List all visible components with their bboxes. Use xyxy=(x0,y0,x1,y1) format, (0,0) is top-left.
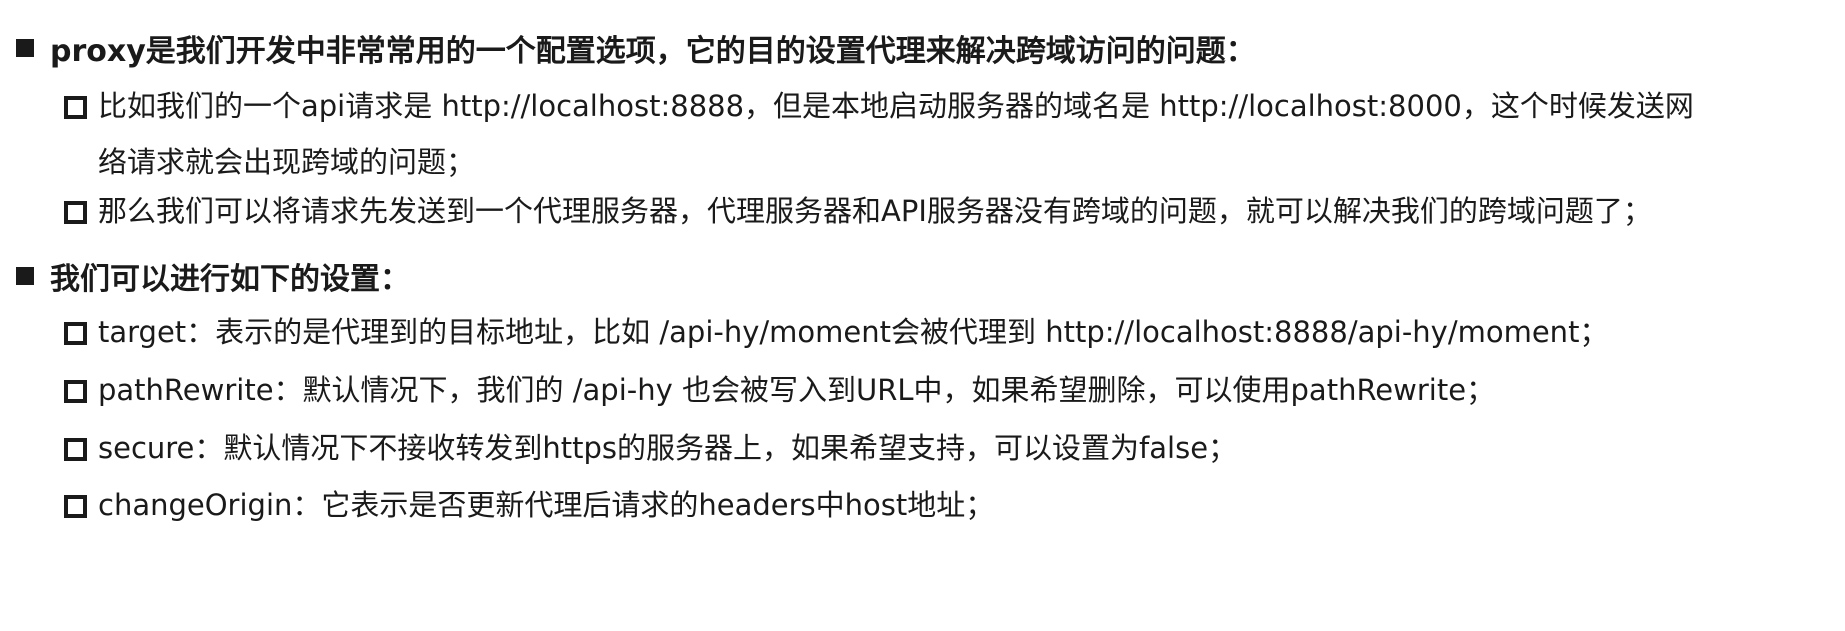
list-item-text-line2: 络请求就会出现跨域的问题； xyxy=(98,145,476,179)
hollow-square-bullet-icon xyxy=(64,96,87,119)
hollow-square-bullet-icon xyxy=(64,495,87,518)
hollow-square-bullet-icon xyxy=(64,201,87,224)
hollow-square-bullet-icon xyxy=(64,322,87,345)
list-item-text: changeOrigin：它表示是否更新代理后请求的headers中host地址… xyxy=(98,488,995,522)
list-item-pathrewrite: pathRewrite：默认情况下，我们的 /api-hy 也会被写入到URL中… xyxy=(64,362,1844,418)
filled-square-bullet-icon xyxy=(16,39,34,57)
list-item-cross-origin-example: 比如我们的一个api请求是 http://localhost:8888，但是本地… xyxy=(64,78,1844,190)
list-item-text: 那么我们可以将请求先发送到一个代理服务器，代理服务器和API服务器没有跨域的问题… xyxy=(98,194,1652,228)
hollow-square-bullet-icon xyxy=(64,438,87,461)
heading-text: 我们可以进行如下的设置： xyxy=(50,262,410,297)
list-item-proxy-server: 那么我们可以将请求先发送到一个代理服务器，代理服务器和API服务器没有跨域的问题… xyxy=(64,183,1844,239)
list-item-target: target：表示的是代理到的目标地址，比如 /api-hy/moment会被代… xyxy=(64,304,1844,360)
list-item-text-line1: 比如我们的一个api请求是 http://localhost:8888，但是本地… xyxy=(98,89,1694,123)
list-item-text: secure：默认情况下不接收转发到https的服务器上，如果希望支持，可以设置… xyxy=(98,431,1238,465)
heading-text: proxy是我们开发中非常常用的一个配置选项，它的目的设置代理来解决跨域访问的问… xyxy=(50,34,1256,69)
list-item-text: target：表示的是代理到的目标地址，比如 /api-hy/moment会被代… xyxy=(98,315,1609,349)
section-heading-settings: 我们可以进行如下的设置： xyxy=(16,256,410,297)
filled-square-bullet-icon xyxy=(16,267,34,285)
list-item-secure: secure：默认情况下不接收转发到https的服务器上，如果希望支持，可以设置… xyxy=(64,420,1844,476)
list-item-text: pathRewrite：默认情况下，我们的 /api-hy 也会被写入到URL中… xyxy=(98,373,1496,407)
document-page: proxy是我们开发中非常常用的一个配置选项，它的目的设置代理来解决跨域访问的问… xyxy=(0,0,1845,631)
hollow-square-bullet-icon xyxy=(64,380,87,403)
section-heading-proxy: proxy是我们开发中非常常用的一个配置选项，它的目的设置代理来解决跨域访问的问… xyxy=(16,28,1256,69)
list-item-changeorigin: changeOrigin：它表示是否更新代理后请求的headers中host地址… xyxy=(64,477,1844,533)
